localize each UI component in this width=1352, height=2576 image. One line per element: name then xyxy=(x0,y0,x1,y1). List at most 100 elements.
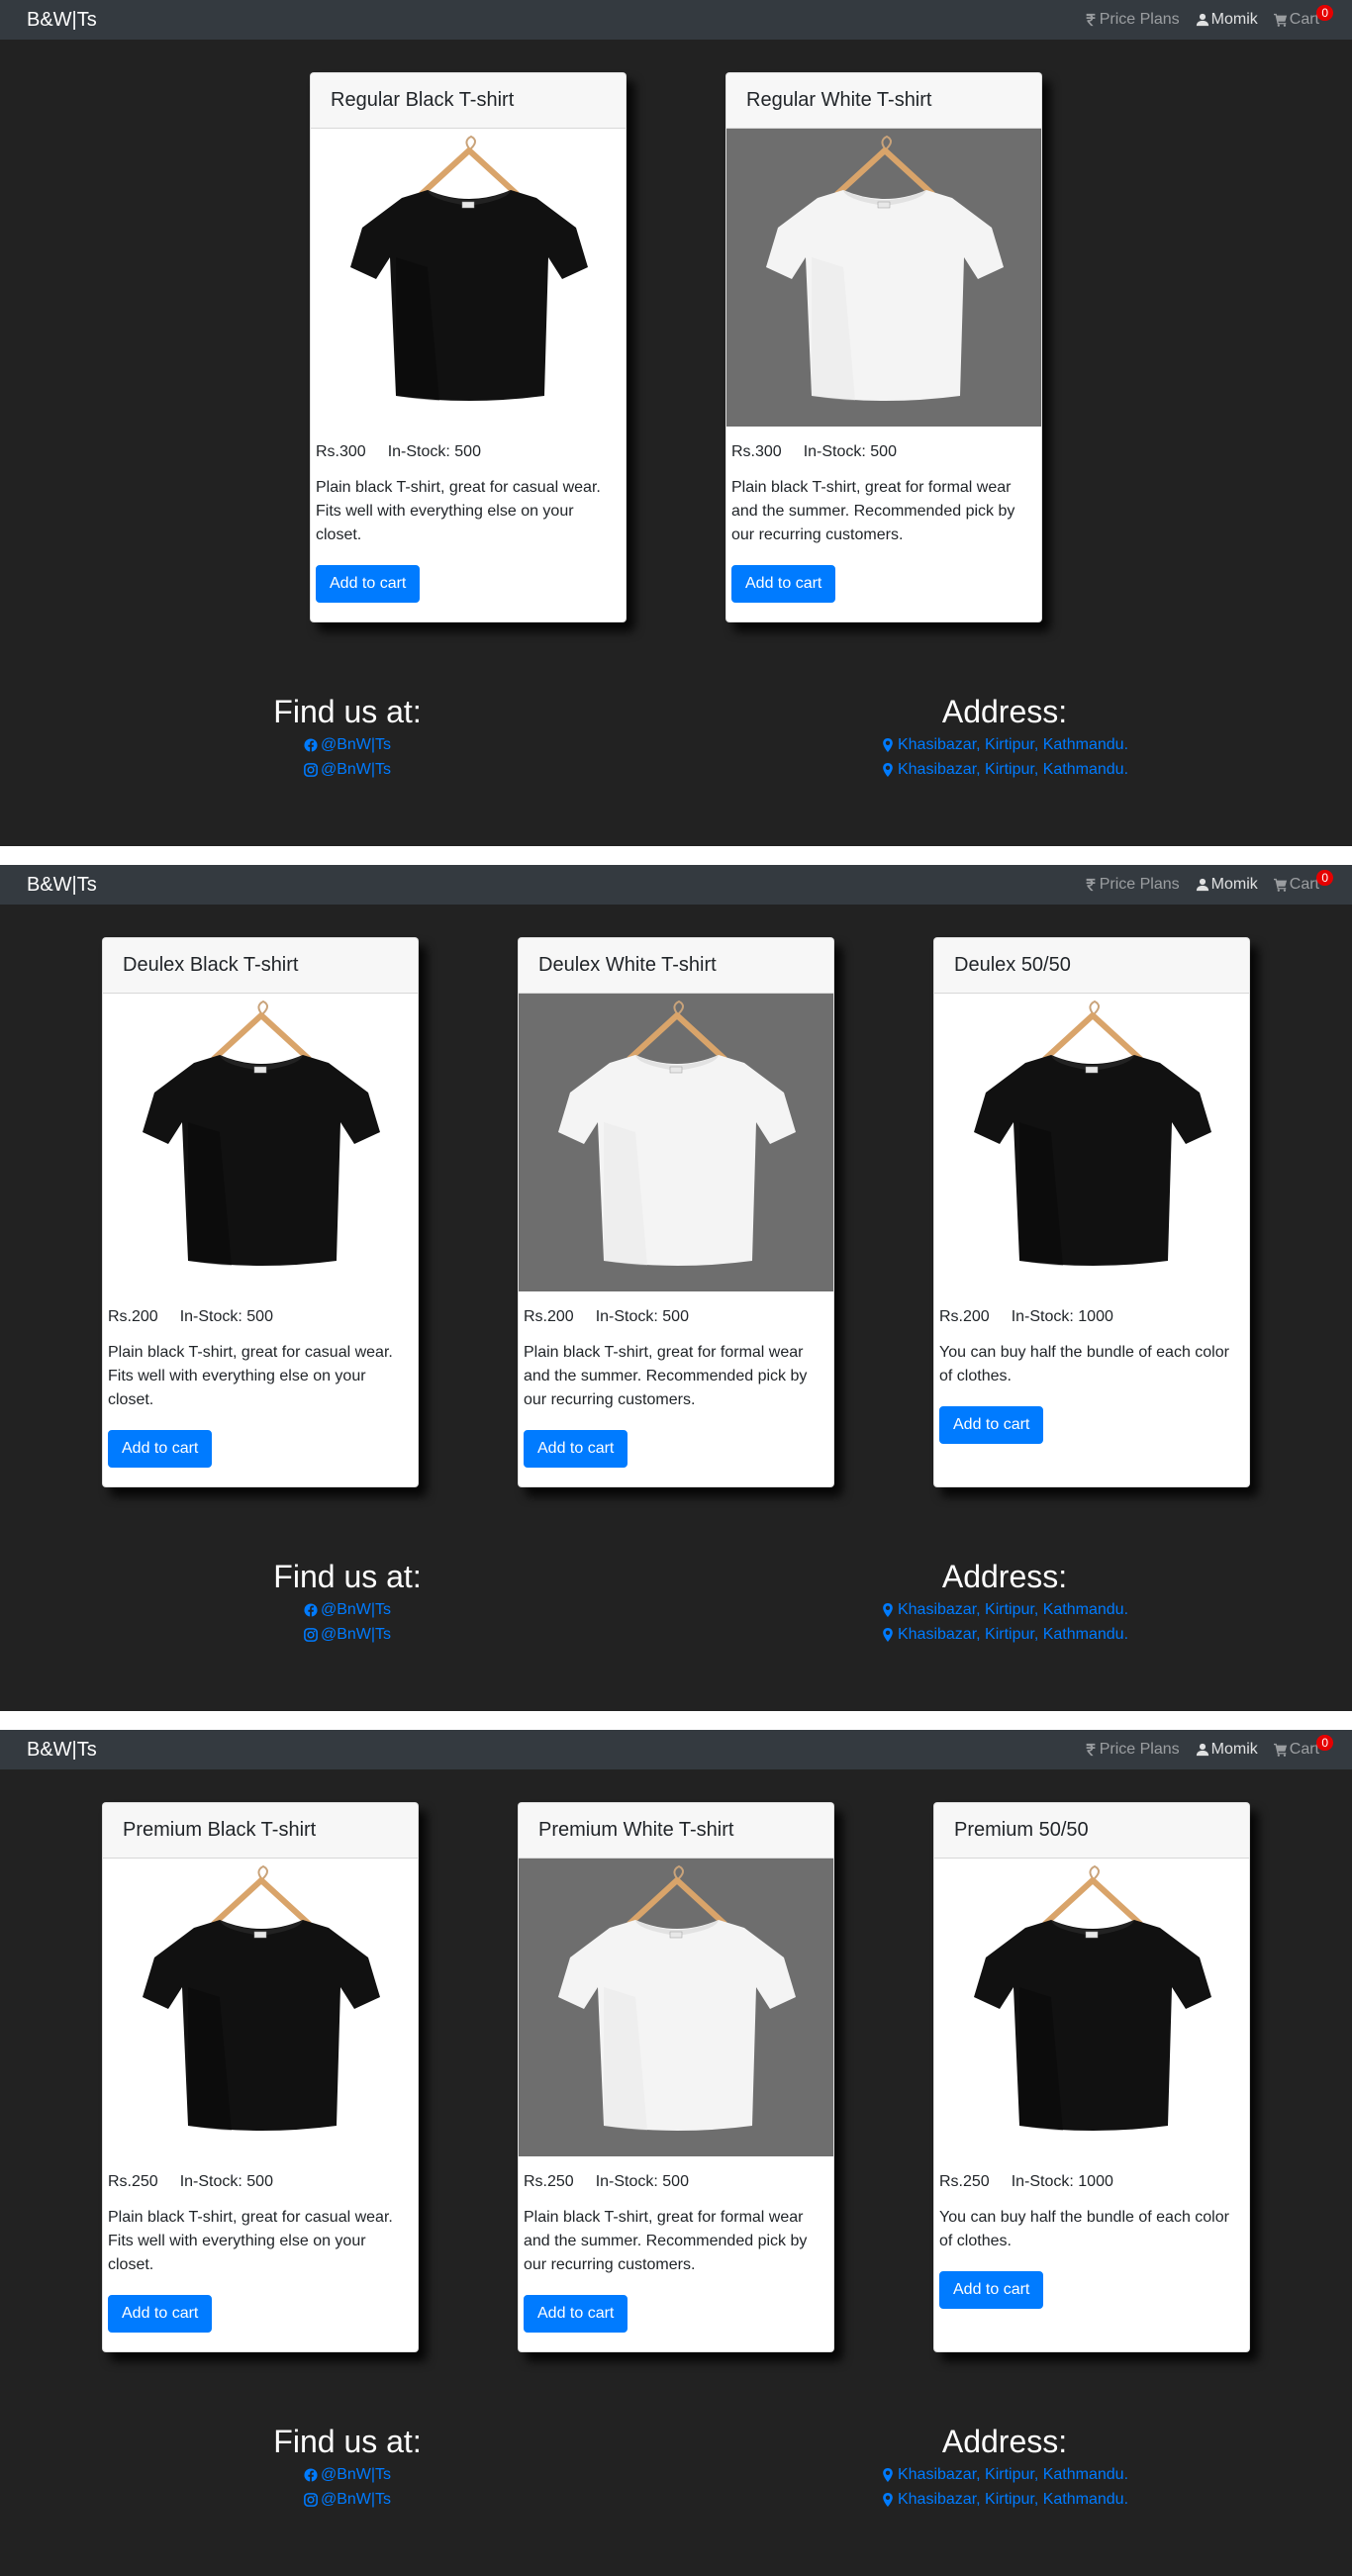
find-us-title: Find us at: xyxy=(273,1559,422,1594)
find-us-title: Find us at: xyxy=(273,2424,422,2459)
product-description: You can buy half the bundle of each colo… xyxy=(939,2209,1229,2249)
facebook-link[interactable]: @BnW|Ts xyxy=(273,1597,422,1622)
product-body: Rs.250 In-Stock: 1000 You can buy half t… xyxy=(934,2156,1249,2309)
tshirt-image xyxy=(974,1864,1211,2131)
facebook-link[interactable]: @BnW|Ts xyxy=(273,732,422,757)
tshirt-image xyxy=(558,1864,796,2131)
product-stock: In-Stock: 500 xyxy=(179,2173,273,2190)
add-to-cart-button[interactable]: Add to cart xyxy=(731,565,836,603)
product-stock: In-Stock: 500 xyxy=(179,1308,273,1325)
footer: Find us at: @BnW|Ts @BnW|Ts Address: Kha… xyxy=(0,2423,1352,2571)
tshirt-image xyxy=(766,135,1004,401)
address-link[interactable]: Khasibazar, Kirtipur, Kathmandu. xyxy=(866,1597,1143,1622)
nav-price-plans-label: Price Plans xyxy=(1099,1741,1180,1758)
address-link[interactable]: Khasibazar, Kirtipur, Kathmandu. xyxy=(866,757,1143,782)
address-link[interactable]: Khasibazar, Kirtipur, Kathmandu. xyxy=(866,2462,1143,2487)
product-title: Premium White T-shirt xyxy=(519,1803,833,1859)
address-link[interactable]: Khasibazar, Kirtipur, Kathmandu. xyxy=(866,1622,1143,1647)
nav-links: Price Plans Momik Cart 0 xyxy=(1084,5,1333,30)
product-description: You can buy half the bundle of each colo… xyxy=(939,1344,1229,1384)
product-title: Premium 50/50 xyxy=(934,1803,1249,1859)
nav-user[interactable]: Momik xyxy=(1196,10,1258,30)
product-description: Plain black T-shirt, great for formal we… xyxy=(524,2209,808,2273)
cart-count-badge: 0 xyxy=(1316,5,1333,21)
find-us-section: Find us at: @BnW|Ts @BnW|Ts xyxy=(273,1558,422,1647)
nav-user[interactable]: Momik xyxy=(1196,1740,1258,1760)
add-to-cart-button[interactable]: Add to cart xyxy=(939,2271,1044,2309)
address-title: Address: xyxy=(941,694,1068,729)
nav-user-label: Momik xyxy=(1210,1741,1258,1758)
product-card: Premium Black T-shirt Rs.250 In-Stock: 5… xyxy=(102,1802,419,2352)
product-image xyxy=(934,1859,1249,2156)
product-description: Plain black T-shirt, great for casual we… xyxy=(316,479,601,543)
address-section: Address: Khasibazar, Kirtipur, Kathmandu… xyxy=(866,693,1143,782)
product-image xyxy=(103,1859,418,2156)
product-card: Premium White T-shirt Rs.250 In-Stock: 5… xyxy=(518,1802,834,2352)
product-stats: Rs.200 In-Stock: 500 xyxy=(524,1307,828,1327)
add-to-cart-button[interactable]: Add to cart xyxy=(524,1430,628,1468)
add-to-cart-button[interactable]: Add to cart xyxy=(524,2295,628,2333)
cart-icon xyxy=(1273,1743,1287,1757)
tshirt-image xyxy=(143,1000,380,1266)
product-stock: In-Stock: 500 xyxy=(387,443,481,460)
add-to-cart-button[interactable]: Add to cart xyxy=(108,1430,213,1468)
nav-price-plans[interactable]: Price Plans xyxy=(1084,10,1180,30)
nav-user[interactable]: Momik xyxy=(1196,875,1258,895)
nav-links: Price Plans Momik Cart 0 xyxy=(1084,870,1333,895)
product-body: Rs.200 In-Stock: 500 Plain black T-shirt… xyxy=(519,1291,833,1468)
nav-cart-label: Cart xyxy=(1289,11,1319,28)
instagram-icon xyxy=(304,2492,318,2507)
instagram-link[interactable]: @BnW|Ts xyxy=(273,1622,422,1647)
brand-logo[interactable]: B&W|Ts xyxy=(27,8,97,32)
map-marker-icon xyxy=(883,2467,893,2482)
rupee-icon xyxy=(1086,1743,1096,1757)
facebook-link[interactable]: @BnW|Ts xyxy=(273,2462,422,2487)
address-text: Khasibazar, Kirtipur, Kathmandu. xyxy=(897,761,1129,778)
find-us-title: Find us at: xyxy=(273,694,422,729)
instagram-link[interactable]: @BnW|Ts xyxy=(273,2487,422,2512)
nav-price-plans[interactable]: Price Plans xyxy=(1084,875,1180,895)
product-body: Rs.200 In-Stock: 1000 You can buy half t… xyxy=(934,1291,1249,1444)
product-title: Deulex White T-shirt xyxy=(519,938,833,994)
address-text: Khasibazar, Kirtipur, Kathmandu. xyxy=(897,2466,1129,2483)
brand-logo[interactable]: B&W|Ts xyxy=(27,1738,97,1762)
product-description: Plain black T-shirt, great for formal we… xyxy=(524,1344,808,1408)
address-section: Address: Khasibazar, Kirtipur, Kathmandu… xyxy=(866,1558,1143,1647)
add-to-cart-button[interactable]: Add to cart xyxy=(939,1406,1044,1444)
product-body: Rs.250 In-Stock: 500 Plain black T-shirt… xyxy=(103,2156,418,2333)
nav-user-label: Momik xyxy=(1210,11,1258,28)
map-marker-icon xyxy=(883,1602,893,1617)
product-body: Rs.300 In-Stock: 500 Plain black T-shirt… xyxy=(726,427,1041,603)
address-link[interactable]: Khasibazar, Kirtipur, Kathmandu. xyxy=(866,732,1143,757)
nav-cart[interactable]: Cart 0 xyxy=(1273,1735,1333,1760)
store-screen: B&W|Ts Price Plans Momik Cart 0 Deulex B… xyxy=(0,865,1352,1711)
store-screen: B&W|Ts Price Plans Momik Cart 0 Premium … xyxy=(0,1730,1352,2576)
nav-cart[interactable]: Cart 0 xyxy=(1273,870,1333,895)
tshirt-image xyxy=(143,1864,380,2131)
product-description: Plain black T-shirt, great for casual we… xyxy=(108,1344,393,1408)
address-title: Address: xyxy=(941,1559,1068,1594)
product-stats: Rs.200 In-Stock: 1000 xyxy=(939,1307,1244,1327)
map-marker-icon xyxy=(883,737,893,752)
brand-logo[interactable]: B&W|Ts xyxy=(27,873,97,897)
map-marker-icon xyxy=(883,1627,893,1642)
nav-cart[interactable]: Cart 0 xyxy=(1273,5,1333,30)
nav-user-label: Momik xyxy=(1210,876,1258,893)
product-stock: In-Stock: 500 xyxy=(595,1308,689,1325)
product-card: Deulex White T-shirt Rs.200 In-Stock: 50… xyxy=(518,937,834,1487)
product-title: Premium Black T-shirt xyxy=(103,1803,418,1859)
add-to-cart-button[interactable]: Add to cart xyxy=(108,2295,213,2333)
product-price: Rs.250 xyxy=(939,2173,990,2190)
address-link[interactable]: Khasibazar, Kirtipur, Kathmandu. xyxy=(866,2487,1143,2512)
product-image xyxy=(311,129,626,427)
navbar: B&W|Ts Price Plans Momik Cart 0 xyxy=(0,1730,1352,1769)
product-image xyxy=(519,994,833,1291)
product-price: Rs.200 xyxy=(108,1308,158,1325)
nav-links: Price Plans Momik Cart 0 xyxy=(1084,1735,1333,1760)
product-stats: Rs.200 In-Stock: 500 xyxy=(108,1307,413,1327)
instagram-link[interactable]: @BnW|Ts xyxy=(273,757,422,782)
nav-price-plans[interactable]: Price Plans xyxy=(1084,1740,1180,1760)
instagram-handle: @BnW|Ts xyxy=(320,761,392,778)
product-image xyxy=(519,1859,833,2156)
add-to-cart-button[interactable]: Add to cart xyxy=(316,565,421,603)
